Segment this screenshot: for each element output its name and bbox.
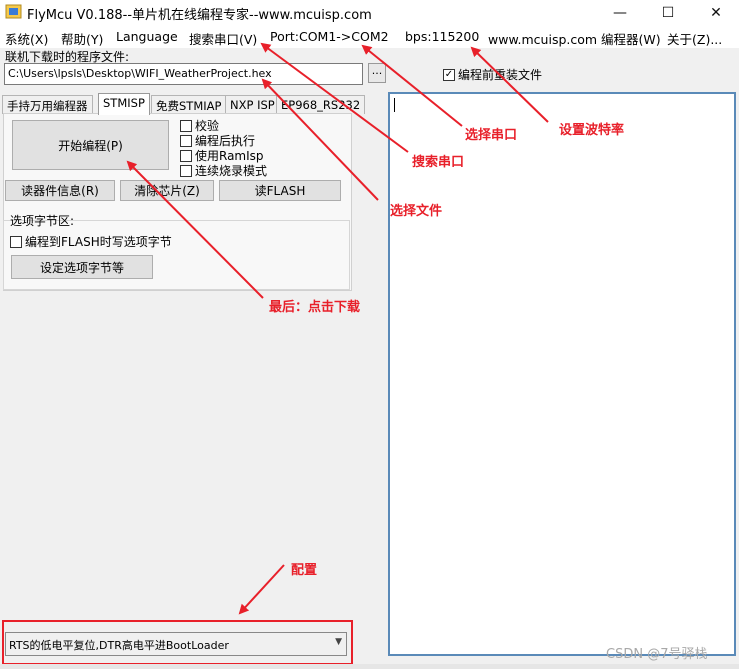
annotation-set-baud: 设置波特率: [559, 123, 625, 138]
continuous-checkbox[interactable]: [180, 164, 192, 177]
tab-stmiap[interactable]: 免费STMIAP: [151, 95, 227, 114]
file-path-input[interactable]: C:\Users\lpsls\Desktop\WIFI_WeatherProje…: [4, 63, 363, 85]
minimize-button[interactable]: —: [597, 0, 643, 26]
csdn-watermark: CSDN @7号驿栈: [606, 647, 708, 662]
browse-button[interactable]: ...: [368, 63, 386, 83]
app-icon: [5, 4, 22, 19]
reload-checkbox-label: 编程前重装文件: [458, 68, 543, 82]
read-flash-button[interactable]: 读FLASH: [219, 180, 341, 201]
annotation-config: 配置: [291, 563, 318, 578]
menu-system[interactable]: 系统(X): [5, 29, 48, 48]
menu-language[interactable]: Language: [116, 29, 178, 44]
write-option-bytes-label: 编程到FLASH时写选项字节: [25, 235, 172, 249]
annotation-search-port: 搜索串口: [412, 155, 465, 170]
reload-before-program-checkbox[interactable]: ✓ 编程前重装文件: [443, 66, 542, 83]
arrow-config: [238, 564, 285, 615]
tab-strip: 手持万用编程器 STMISP 免费STMIAP NXP ISP EP968_RS…: [0, 93, 386, 115]
tab-nxp-isp[interactable]: NXP ISP: [225, 95, 280, 114]
write-option-bytes-checkbox[interactable]: [10, 235, 22, 248]
tab-stmisp[interactable]: STMISP: [98, 93, 150, 115]
run-after-checkbox[interactable]: [180, 134, 192, 147]
window-title: FlyMcu V0.188--单片机在线编程专家--www.mcuisp.com: [27, 8, 372, 23]
close-icon: ✕: [710, 5, 722, 21]
tab-handheld[interactable]: 手持万用编程器: [2, 95, 93, 114]
log-output[interactable]: [388, 92, 736, 656]
option-continuous[interactable]: 连续烧录模式: [180, 162, 267, 179]
start-programming-button[interactable]: 开始编程(P): [12, 120, 169, 170]
continuous-label: 连续烧录模式: [195, 164, 268, 178]
set-option-bytes-button[interactable]: 设定选项字节等: [11, 255, 153, 279]
maximize-button[interactable]: ☐: [645, 0, 691, 26]
menu-port[interactable]: Port:COM1->COM2: [270, 29, 389, 44]
verify-checkbox[interactable]: [180, 119, 192, 132]
annotation-select-port: 选择串口: [465, 128, 518, 143]
tab-ep968[interactable]: EP968_RS232: [276, 95, 366, 114]
minimize-icon: —: [613, 5, 627, 21]
menu-about[interactable]: 关于(Z)...: [667, 29, 722, 48]
write-option-bytes-option[interactable]: 编程到FLASH时写选项字节: [10, 233, 172, 250]
menu-programmer[interactable]: www.mcuisp.com 编程器(W): [488, 29, 661, 48]
annotation-final-download: 最后：点击下载: [269, 300, 361, 315]
ramisp-checkbox[interactable]: [180, 149, 192, 162]
maximize-icon: ☐: [661, 5, 675, 21]
erase-chip-button[interactable]: 清除芯片(Z): [120, 180, 214, 201]
title-bar: FlyMcu V0.188--单片机在线编程专家--www.mcuisp.com…: [0, 0, 739, 26]
close-button[interactable]: ✕: [693, 0, 739, 26]
read-device-info-button[interactable]: 读器件信息(R): [5, 180, 115, 201]
menu-search-port[interactable]: 搜索串口(V): [189, 29, 257, 48]
annotation-select-file: 选择文件: [390, 204, 443, 219]
menu-bps[interactable]: bps:115200: [405, 29, 479, 44]
text-caret: [394, 98, 395, 112]
config-highlight-box: [2, 620, 353, 665]
status-bar: [0, 664, 739, 669]
menu-help[interactable]: 帮助(Y): [61, 29, 103, 48]
reload-checkbox-box[interactable]: ✓: [443, 68, 455, 81]
option-bytes-title: 选项字节区:: [10, 214, 75, 228]
menu-bar: 系统(X) 帮助(Y) Language 搜索串口(V) Port:COM1->…: [0, 26, 739, 48]
